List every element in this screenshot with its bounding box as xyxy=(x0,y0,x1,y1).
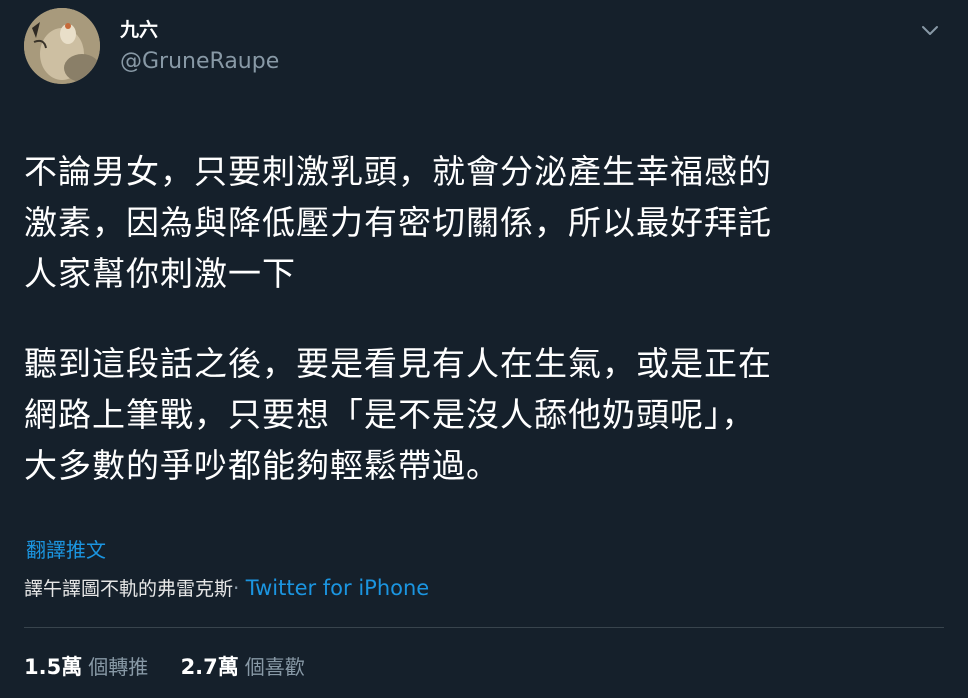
avatar[interactable] xyxy=(24,8,100,84)
tweet-text-line: 聽到這段話之後，要是看見有人在生氣，或是正在 xyxy=(24,344,772,383)
meta-separator: · xyxy=(233,576,240,600)
tweet-text-line: 大多數的爭吵都能夠輕鬆帶過。 xyxy=(24,446,500,485)
retweets-label: 個轉推 xyxy=(88,655,149,679)
tweet-meta: 譯午譯圖不軌的弗雷克斯· Twitter for iPhone xyxy=(24,574,429,603)
likes-label: 個喜歡 xyxy=(244,655,305,679)
divider xyxy=(24,627,944,628)
tweet-card: 九六 @GruneRaupe 不論男女，只要刺激乳頭，就會分泌產生幸福感的 激素… xyxy=(0,0,968,698)
translate-tweet-link[interactable]: 翻譯推文 xyxy=(26,536,106,564)
watermark-text: 譯午譯圖不軌的弗雷克斯 xyxy=(24,578,234,600)
tweet-stats: 1.5萬 個轉推 2.7萬 個喜歡 xyxy=(24,652,331,682)
source-link[interactable]: Twitter for iPhone xyxy=(246,576,430,600)
likes-stat[interactable]: 2.7萬 個喜歡 xyxy=(181,652,305,682)
tweet-text-line: 激素，因為與降低壓力有密切關係，所以最好拜託 xyxy=(24,203,772,242)
retweets-count: 1.5萬 xyxy=(24,655,83,679)
tweet-text: 不論男女，只要刺激乳頭，就會分泌產生幸福感的 激素，因為與降低壓力有密切關係，所… xyxy=(24,146,944,491)
retweets-stat[interactable]: 1.5萬 個轉推 xyxy=(24,652,148,682)
chevron-down-icon[interactable] xyxy=(918,18,942,42)
likes-count: 2.7萬 xyxy=(180,655,239,679)
tweet-text-line: 人家幫你刺激一下 xyxy=(24,254,296,293)
display-name[interactable]: 九六 xyxy=(120,18,158,42)
tweet-text-line: 網路上筆戰，只要想「是不是沒人舔他奶頭呢」， xyxy=(24,395,756,434)
user-handle[interactable]: @GruneRaupe xyxy=(120,48,279,76)
avatar-image xyxy=(24,8,100,84)
tweet-text-line: 不論男女，只要刺激乳頭，就會分泌產生幸福感的 xyxy=(24,152,772,191)
